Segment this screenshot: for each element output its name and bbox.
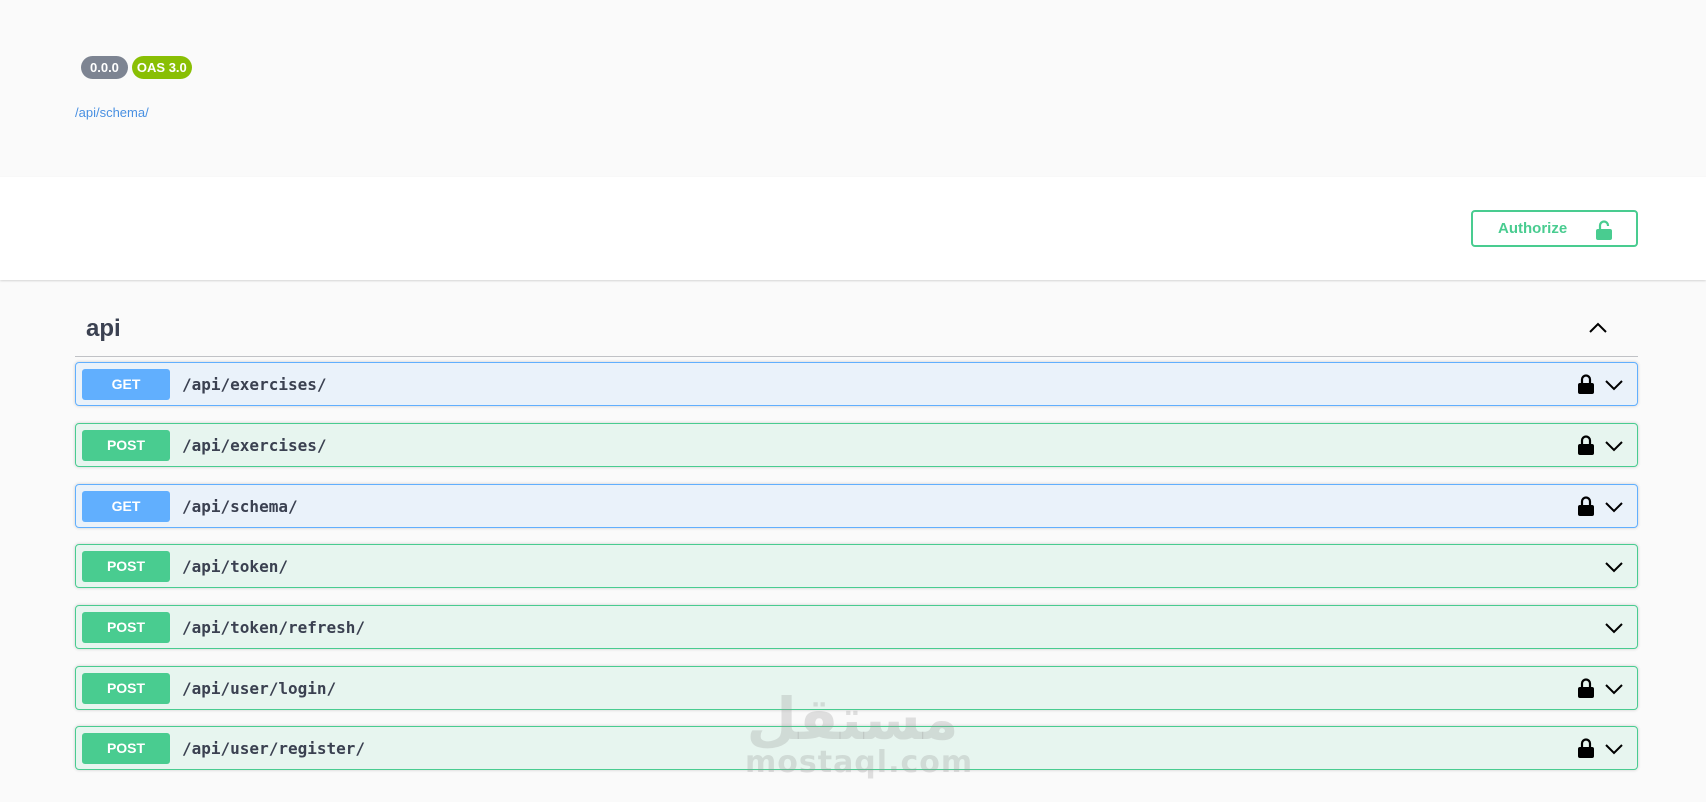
unlocked-icon xyxy=(1596,220,1612,244)
operation-path: /api/user/login/ xyxy=(182,679,337,698)
operation-path: /api/schema/ xyxy=(182,497,298,516)
chevron-down-icon[interactable] xyxy=(1604,682,1624,701)
chevron-down-icon[interactable] xyxy=(1604,439,1624,458)
operation-row[interactable]: POST/api/token/refresh/ xyxy=(75,605,1638,649)
chevron-down-icon[interactable] xyxy=(1604,621,1624,640)
scheme-container: Authorize xyxy=(0,177,1706,280)
authorize-button[interactable]: Authorize xyxy=(1471,210,1638,247)
lock-icon[interactable] xyxy=(1578,374,1594,399)
chevron-up-icon[interactable] xyxy=(1588,320,1608,339)
authorize-label: Authorize xyxy=(1498,220,1568,237)
method-badge: POST xyxy=(82,673,170,704)
chevron-down-icon[interactable] xyxy=(1604,378,1624,397)
lock-icon[interactable] xyxy=(1578,738,1594,763)
operation-row[interactable]: GET/api/exercises/ xyxy=(75,362,1638,406)
tag-section-api: api GET/api/exercises/POST/api/exercises… xyxy=(75,300,1638,770)
version-badge: 0.0.0 xyxy=(81,56,128,79)
method-badge: GET xyxy=(82,369,170,400)
method-badge: POST xyxy=(82,551,170,582)
chevron-down-icon[interactable] xyxy=(1604,742,1624,761)
operation-path: /api/exercises/ xyxy=(182,375,327,394)
method-badge: GET xyxy=(82,491,170,522)
version-badges: 0.0.0 OAS 3.0 xyxy=(81,56,192,79)
schema-link[interactable]: /api/schema/ xyxy=(75,105,149,120)
operation-path: /api/token/ xyxy=(182,557,288,576)
method-badge: POST xyxy=(82,733,170,764)
operation-path: /api/exercises/ xyxy=(182,436,327,455)
operation-row[interactable]: POST/api/exercises/ xyxy=(75,423,1638,467)
tag-title: api xyxy=(86,315,121,342)
lock-icon[interactable] xyxy=(1578,435,1594,460)
chevron-down-icon[interactable] xyxy=(1604,500,1624,519)
tag-header[interactable]: api xyxy=(75,300,1638,357)
lock-icon[interactable] xyxy=(1578,496,1594,521)
method-badge: POST xyxy=(82,612,170,643)
oas-badge: OAS 3.0 xyxy=(131,56,192,79)
api-info: 0.0.0 OAS 3.0 /api/schema/ xyxy=(0,0,1706,177)
operation-row[interactable]: GET/api/schema/ xyxy=(75,484,1638,528)
lock-icon[interactable] xyxy=(1578,678,1594,703)
operation-row[interactable]: POST/api/token/ xyxy=(75,544,1638,588)
chevron-down-icon[interactable] xyxy=(1604,560,1624,579)
operation-path: /api/token/refresh/ xyxy=(182,618,366,637)
operation-row[interactable]: POST/api/user/login/ xyxy=(75,666,1638,710)
method-badge: POST xyxy=(82,430,170,461)
operation-path: /api/user/register/ xyxy=(182,739,366,758)
operation-row[interactable]: POST/api/user/register/ xyxy=(75,726,1638,770)
